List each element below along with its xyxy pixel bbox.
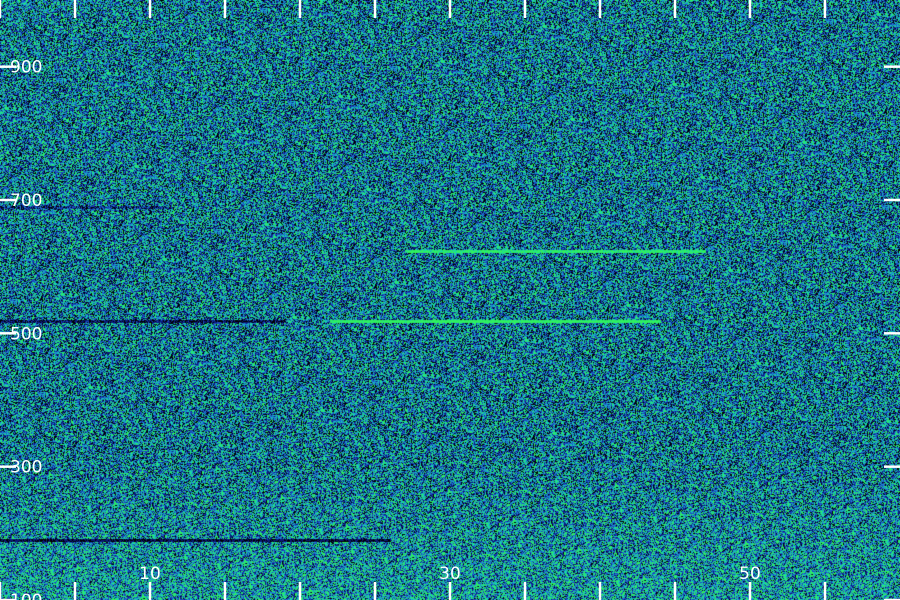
spectrogram-image	[0, 0, 900, 600]
spectrogram-chart: 103050100300500700900	[0, 0, 900, 600]
